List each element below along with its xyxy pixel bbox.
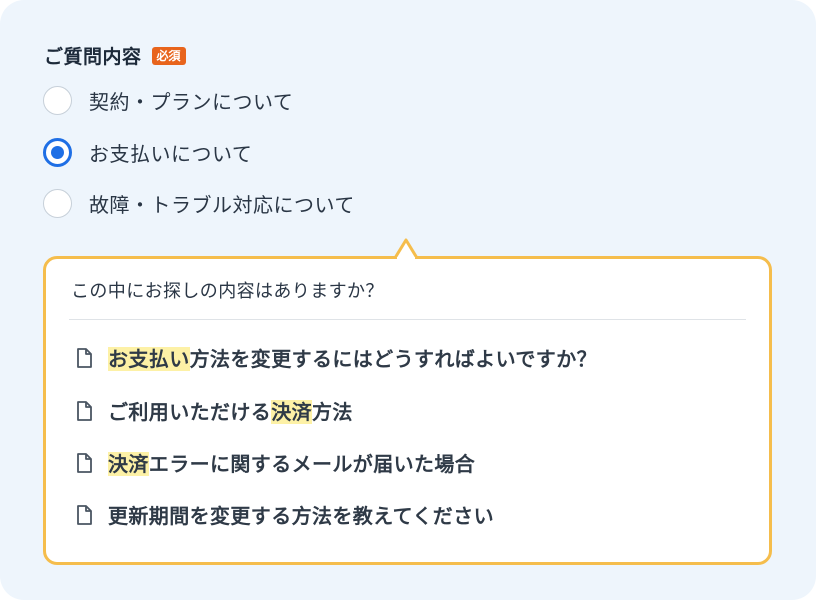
highlighted-keyword: 決済 bbox=[108, 452, 149, 476]
radio-label: 故障・トラブル対応について bbox=[89, 193, 355, 217]
radio-button-unchecked[interactable] bbox=[43, 86, 72, 115]
document-icon bbox=[74, 504, 94, 526]
document-icon bbox=[74, 452, 94, 474]
document-icon bbox=[74, 400, 94, 422]
radio-button-unchecked[interactable] bbox=[43, 189, 72, 218]
radio-option-payment[interactable]: お支払いについて bbox=[43, 138, 252, 167]
suggestion-link[interactable]: 更新期間を変更する方法を教えてください bbox=[108, 500, 494, 529]
radio-button-checked[interactable] bbox=[43, 138, 72, 167]
suggestion-link[interactable]: ご利用いただける決済方法 bbox=[108, 396, 353, 425]
suggestion-link[interactable]: お支払い方法を変更するにはどうすればよいですか？ bbox=[108, 343, 597, 372]
radio-option-contract[interactable]: 契約・プランについて bbox=[43, 86, 293, 115]
suggestion-item[interactable]: 更新期間を変更する方法を教えてください bbox=[74, 500, 494, 529]
document-icon bbox=[74, 347, 94, 369]
divider bbox=[69, 319, 746, 320]
radio-dot bbox=[51, 146, 64, 159]
suggestion-link[interactable]: 決済エラーに関するメールが届いた場合 bbox=[108, 448, 475, 477]
question-field-label: ご質問内容 必須 bbox=[44, 42, 186, 69]
suggestion-text-post: エラーに関するメールが届いた場合 bbox=[148, 452, 476, 476]
question-form-card: ご質問内容 必須 契約・プランについて お支払いについて 故障・トラブル対応につ… bbox=[0, 0, 816, 600]
required-badge: 必須 bbox=[151, 46, 186, 65]
highlighted-keyword: 決済 bbox=[271, 400, 313, 424]
question-label: ご質問内容 bbox=[44, 46, 142, 68]
suggestion-item[interactable]: ご利用いただける決済方法 bbox=[74, 396, 353, 425]
suggestion-item[interactable]: お支払い方法を変更するにはどうすればよいですか？ bbox=[74, 343, 597, 372]
highlighted-keyword: お支払い bbox=[108, 347, 190, 371]
radio-option-trouble[interactable]: 故障・トラブル対応について bbox=[43, 189, 355, 218]
suggestion-popover: この中にお探しの内容はありますか？ お支払い方法を変更するにはどうすればよいです… bbox=[43, 256, 772, 565]
suggestion-text-pre: 更新期間を変更する方法を教えてください bbox=[108, 504, 494, 528]
radio-label: 契約・プランについて bbox=[89, 90, 294, 114]
suggestion-heading: この中にお探しの内容はありますか？ bbox=[71, 281, 384, 302]
suggestion-item[interactable]: 決済エラーに関するメールが届いた場合 bbox=[74, 448, 475, 477]
radio-label: お支払いについて bbox=[89, 142, 253, 166]
suggestion-text-post: 方法を変更するにはどうすればよいですか？ bbox=[189, 347, 598, 371]
suggestion-text-pre: ご利用いただける bbox=[108, 400, 272, 424]
suggestion-text-post: 方法 bbox=[312, 400, 353, 424]
